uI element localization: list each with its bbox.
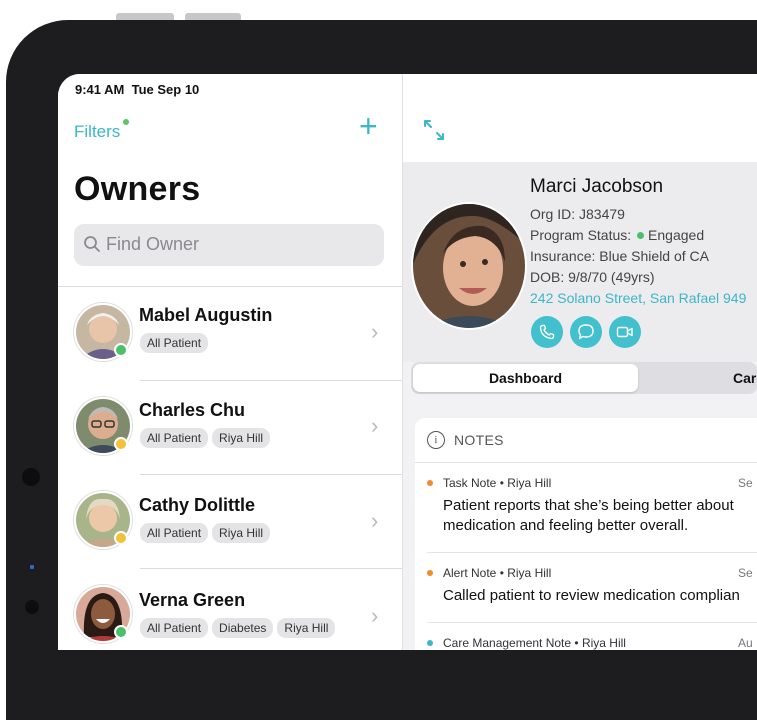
camera-dot xyxy=(22,468,40,486)
status-badge xyxy=(114,437,128,451)
note-type-dot xyxy=(427,570,433,576)
note-item[interactable]: Care Management Note • Riya Hill Au xyxy=(427,636,757,650)
program-status: Program Status: Engaged xyxy=(530,227,704,243)
notes-title: NOTES xyxy=(454,432,504,448)
add-owner-button[interactable]: + xyxy=(359,110,378,142)
owner-row[interactable]: Charles Chu All Patient Riya Hill › xyxy=(58,381,402,475)
chevron-right-icon: › xyxy=(371,603,379,628)
detail-toolbar xyxy=(403,74,757,163)
note-date: Se xyxy=(738,476,753,490)
tag: All Patient xyxy=(140,333,209,353)
app-screen: 9:41 AM Tue Sep 10 Filters + Owners Find… xyxy=(58,74,757,650)
note-type-dot xyxy=(427,640,433,646)
address-link[interactable]: 242 Solano Street, San Rafael 949 xyxy=(530,290,746,306)
sensor-indicator xyxy=(30,565,34,569)
tag: Riya Hill xyxy=(212,428,271,448)
note-type-dot xyxy=(427,480,433,486)
note-meta: Alert Note • Riya Hill xyxy=(443,566,552,580)
notes-card: i NOTES Task Note • Riya Hill Se Patient… xyxy=(415,418,757,650)
owner-tags: All Patient Riya Hill xyxy=(140,523,271,543)
phone-icon xyxy=(539,324,555,340)
note-meta: Care Management Note • Riya Hill xyxy=(443,636,626,650)
sensor-dot xyxy=(25,600,39,614)
tag: All Patient xyxy=(140,523,209,543)
status-bar: 9:41 AM Tue Sep 10 xyxy=(75,82,199,97)
note-line: Called patient to review medication comp… xyxy=(443,587,740,604)
video-button[interactable] xyxy=(609,316,641,348)
note-item[interactable]: Task Note • Riya Hill Se Patient reports… xyxy=(427,476,757,536)
search-icon xyxy=(84,236,100,252)
engaged-dot xyxy=(637,232,645,240)
search-placeholder: Find Owner xyxy=(106,234,200,254)
tag: All Patient xyxy=(140,428,209,448)
divider xyxy=(427,552,757,553)
status-time: 9:41 AM xyxy=(75,82,125,97)
chevron-right-icon: › xyxy=(371,319,379,344)
info-icon: i xyxy=(427,431,445,449)
patient-photo xyxy=(411,202,527,330)
chevron-right-icon: › xyxy=(371,508,379,533)
tab-dashboard[interactable]: Dashboard xyxy=(413,364,638,392)
tab-bar: Dashboard Care xyxy=(411,362,757,394)
owners-sidebar: 9:41 AM Tue Sep 10 Filters + Owners Find… xyxy=(58,74,403,650)
insurance: Insurance: Blue Shield of CA xyxy=(530,248,709,264)
tag: Riya Hill xyxy=(212,523,271,543)
status-badge xyxy=(114,531,128,545)
note-item[interactable]: Alert Note • Riya Hill Se Called patient… xyxy=(427,566,757,606)
divider xyxy=(415,462,757,463)
owner-name: Mabel Augustin xyxy=(139,305,273,325)
note-text: Called patient to review medication comp… xyxy=(427,586,757,606)
message-icon xyxy=(578,324,594,340)
program-status-label: Program Status: xyxy=(530,227,632,243)
owner-name: Cathy Dolittle xyxy=(139,495,256,515)
status-date: Tue Sep 10 xyxy=(131,82,200,97)
note-date: Au xyxy=(738,636,753,650)
tag: Diabetes xyxy=(212,618,274,638)
owner-row[interactable]: Cathy Dolittle All Patient Riya Hill › xyxy=(58,475,402,569)
filters-active-dot xyxy=(123,119,129,125)
owner-name: Charles Chu xyxy=(139,400,246,420)
tab-care[interactable]: Care xyxy=(733,370,757,386)
call-button[interactable] xyxy=(531,316,563,348)
notes-header: i NOTES xyxy=(427,430,504,450)
owner-row[interactable]: Verna Green All Patient Diabetes Riya Hi… xyxy=(58,569,402,650)
patient-name: Marci Jacobson xyxy=(530,176,664,197)
dob: DOB: 9/8/70 (49yrs) xyxy=(530,269,655,285)
tag: All Patient xyxy=(140,618,209,638)
note-line: Patient reports that she’s being better … xyxy=(443,497,734,514)
chevron-right-icon: › xyxy=(371,413,379,438)
program-status-value: Engaged xyxy=(648,227,705,243)
owner-row[interactable]: Mabel Augustin All Patient › xyxy=(58,287,402,381)
note-line: medication and feeling better overall. xyxy=(443,517,689,534)
search-input[interactable]: Find Owner xyxy=(74,224,384,266)
note-date: Se xyxy=(738,566,753,580)
status-badge xyxy=(114,343,128,357)
note-meta: Task Note • Riya Hill xyxy=(443,476,552,490)
note-text: Patient reports that she’s being better … xyxy=(427,496,757,536)
org-id: Org ID: J83479 xyxy=(530,206,625,222)
status-badge xyxy=(114,625,128,639)
page-title: Owners xyxy=(74,170,201,208)
divider xyxy=(427,622,757,623)
message-button[interactable] xyxy=(570,316,602,348)
owner-tags: All Patient xyxy=(140,333,209,353)
owner-name: Verna Green xyxy=(139,590,246,610)
video-icon xyxy=(616,326,633,338)
owner-tags: All Patient Riya Hill xyxy=(140,428,271,448)
expand-icon[interactable] xyxy=(422,118,446,142)
tag: Riya Hill xyxy=(277,618,336,638)
filters-button[interactable]: Filters xyxy=(74,122,120,142)
patient-detail: Marci Jacobson Org ID: J83479 Program St… xyxy=(403,74,757,650)
owner-tags: All Patient Diabetes Riya Hill xyxy=(140,618,336,638)
